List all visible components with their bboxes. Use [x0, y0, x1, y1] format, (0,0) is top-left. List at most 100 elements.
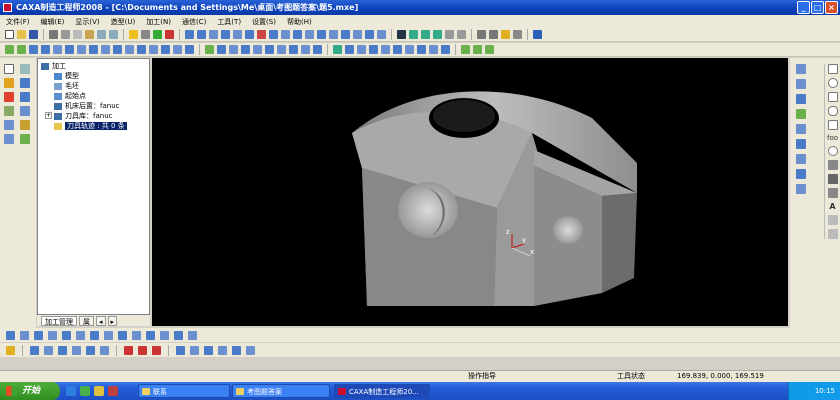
surface-icon-10[interactable]	[313, 45, 322, 54]
feature-icon-13[interactable]	[149, 45, 158, 54]
machining-icon-17[interactable]	[377, 30, 386, 39]
machining-icon-7[interactable]	[257, 30, 266, 39]
edit-tool-9-icon[interactable]	[138, 345, 147, 355]
feature-icon-15[interactable]	[173, 45, 182, 54]
new-file-icon[interactable]	[5, 30, 14, 39]
machining-icon-4[interactable]	[221, 30, 230, 39]
tree-root[interactable]: 加工	[41, 61, 149, 71]
feature-icon-9[interactable]	[101, 45, 110, 54]
offset-icon[interactable]	[827, 188, 838, 198]
print-icon[interactable]	[49, 30, 58, 39]
curve-tool-icon[interactable]	[20, 64, 30, 74]
shade-icon-2[interactable]	[489, 30, 498, 39]
solid-icon-7[interactable]	[405, 45, 414, 54]
check-icon-3[interactable]	[485, 45, 494, 54]
solid-icon-1[interactable]	[333, 45, 342, 54]
edit-tool-3-icon[interactable]	[44, 345, 53, 355]
copy-icon[interactable]	[73, 30, 82, 39]
line-icon[interactable]	[827, 64, 838, 74]
tool-icon-c[interactable]	[4, 106, 14, 116]
rotate-icon[interactable]	[445, 30, 454, 39]
menu-modeling[interactable]: 造型(U)	[111, 17, 136, 27]
right-tool-7-icon[interactable]	[796, 154, 806, 164]
quick-launch-4-icon[interactable]	[108, 386, 118, 396]
right-tool-9-icon[interactable]	[796, 184, 806, 194]
machining-icon-11[interactable]	[305, 30, 314, 39]
point-icon[interactable]	[827, 146, 838, 156]
edit-tool-7-icon[interactable]	[100, 345, 109, 355]
tool-icon-g[interactable]	[4, 134, 14, 144]
spline-icon[interactable]	[827, 120, 838, 130]
open-file-icon[interactable]	[17, 30, 26, 39]
menu-machining[interactable]: 加工(N)	[146, 17, 171, 27]
right-tool-3-icon[interactable]	[796, 94, 806, 104]
surface-icon-8[interactable]	[289, 45, 298, 54]
edit-tool-8-icon[interactable]	[124, 345, 133, 355]
start-button[interactable]: 开始	[0, 382, 60, 400]
machining-icon-14[interactable]	[341, 30, 350, 39]
machining-icon-6[interactable]	[245, 30, 254, 39]
right-tool-1-icon[interactable]	[796, 64, 806, 74]
task-button-2[interactable]: 考图题答案	[232, 384, 330, 398]
color-icon[interactable]	[165, 30, 174, 39]
layer-icon[interactable]	[141, 30, 150, 39]
menu-file[interactable]: 文件(F)	[6, 17, 30, 27]
shade-icon-1[interactable]	[477, 30, 486, 39]
feature-icon-2[interactable]	[17, 45, 26, 54]
bottom-tool-10-icon[interactable]	[132, 330, 141, 340]
machining-icon-15[interactable]	[353, 30, 362, 39]
edit-tool-12-icon[interactable]	[190, 345, 199, 355]
tree-item-postprocessor[interactable]: 机床后置：fanuc	[41, 101, 149, 111]
bottom-tool-12-icon[interactable]	[160, 330, 169, 340]
solid-icon-6[interactable]	[393, 45, 402, 54]
tab-scroll-left[interactable]: ◂	[96, 315, 106, 326]
tool-icon-f[interactable]	[20, 120, 30, 130]
ellipse-icon[interactable]	[827, 106, 838, 116]
paste-icon[interactable]	[85, 30, 94, 39]
undo-icon[interactable]	[97, 30, 106, 39]
machining-icon-9[interactable]	[281, 30, 290, 39]
right-tool-6-icon[interactable]	[796, 139, 806, 149]
menu-tools[interactable]: 工具(T)	[217, 17, 241, 27]
solid-icon-4[interactable]	[369, 45, 378, 54]
machining-icon-1[interactable]	[185, 30, 194, 39]
quick-launch-2-icon[interactable]	[80, 386, 90, 396]
edit-tool-16-icon[interactable]	[246, 345, 255, 355]
check-icon-1[interactable]	[461, 45, 470, 54]
surface-icon-7[interactable]	[277, 45, 286, 54]
tree-item-model[interactable]: 模型	[41, 71, 149, 81]
feature-icon-16[interactable]	[185, 45, 194, 54]
tree-item-tool-library[interactable]: + 刀具库：fanuc	[41, 111, 149, 121]
tool-icon-h[interactable]	[20, 134, 30, 144]
tree-item-toolpath[interactable]: 刀具轨迹 : 共 0 条	[41, 121, 149, 131]
bottom-tool-2-icon[interactable]	[20, 330, 29, 340]
feature-icon-5[interactable]	[53, 45, 62, 54]
machining-icon-2[interactable]	[197, 30, 206, 39]
solid-icon-8[interactable]	[417, 45, 426, 54]
check-icon-2[interactable]	[473, 45, 482, 54]
feature-icon-8[interactable]	[89, 45, 98, 54]
solid-icon-3[interactable]	[357, 45, 366, 54]
machining-icon-8[interactable]	[269, 30, 278, 39]
feature-icon-14[interactable]	[161, 45, 170, 54]
bottom-tool-5-icon[interactable]	[62, 330, 71, 340]
bottom-tool-3-icon[interactable]	[34, 330, 43, 340]
machining-icon-10[interactable]	[293, 30, 302, 39]
right-tool-8-icon[interactable]	[796, 169, 806, 179]
tab-properties[interactable]: 属	[79, 315, 94, 326]
right-tool-5-icon[interactable]	[796, 124, 806, 134]
pan-icon[interactable]	[457, 30, 466, 39]
text-tool-label[interactable]: A	[829, 202, 835, 211]
machining-icon-3[interactable]	[209, 30, 218, 39]
task-button-3[interactable]: CAXA制造工程师20...	[334, 384, 430, 398]
bottom-tool-11-icon[interactable]	[146, 330, 155, 340]
bottom-tool-13-icon[interactable]	[174, 330, 183, 340]
shade-icon-4[interactable]	[513, 30, 522, 39]
feature-icon-7[interactable]	[77, 45, 86, 54]
edit-tool-5-icon[interactable]	[72, 345, 81, 355]
shade-icon-3[interactable]	[501, 30, 510, 39]
sketch-icon[interactable]	[20, 78, 30, 88]
filter-icon[interactable]	[153, 30, 162, 39]
machining-icon-5[interactable]	[233, 30, 242, 39]
pencil-icon[interactable]	[4, 78, 14, 88]
